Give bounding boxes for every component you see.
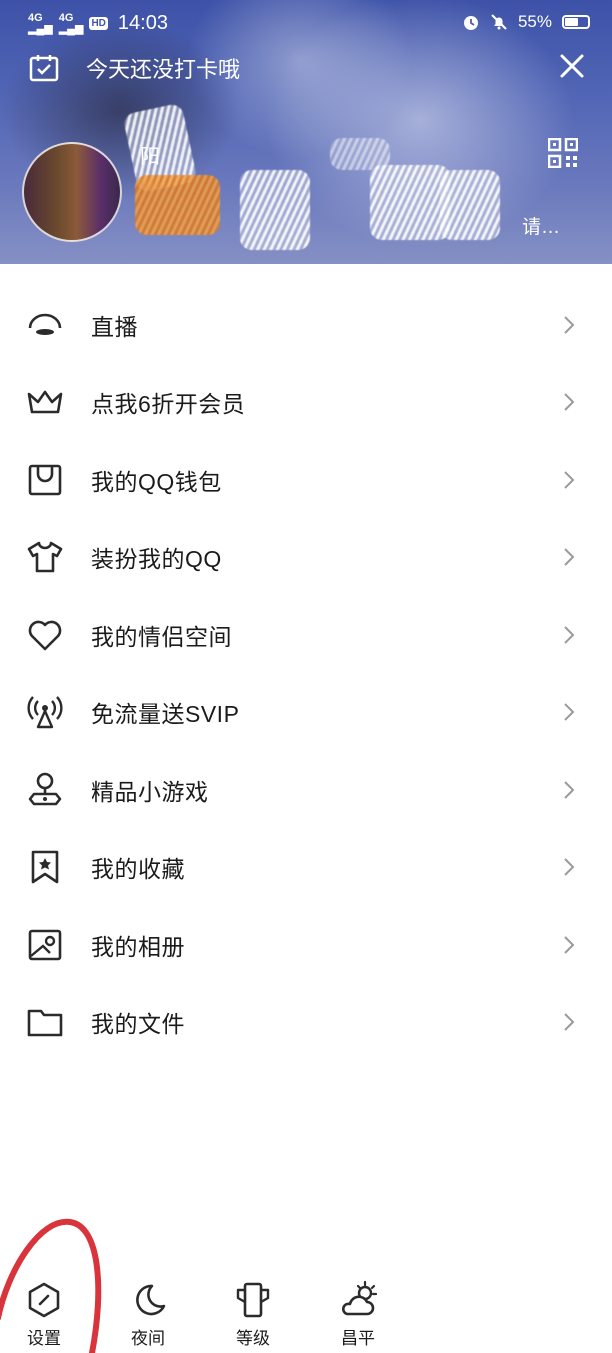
calendar-check-icon [29, 55, 59, 82]
photo-icon [26, 926, 64, 964]
profile-header: 4G ▂▄▆ 4G ▂▄▆ HD 14:03 55% 今天还没打卡哦 阳 请… [0, 0, 612, 264]
settings-icon [28, 1282, 60, 1318]
settings-button[interactable]: 设置 [9, 1280, 79, 1349]
menu-item-vip[interactable]: 点我6折开会员 [0, 364, 612, 442]
menu-label: 我的收藏 [91, 856, 185, 883]
game-pin-icon [26, 771, 64, 809]
live-icon [26, 306, 64, 344]
menu-item-favorites[interactable]: 我的收藏 [0, 829, 612, 907]
clock: 14:03 [117, 12, 168, 34]
tshirt-icon [26, 538, 64, 576]
qr-code-icon[interactable] [548, 138, 578, 168]
chevron-right-icon [564, 316, 575, 334]
menu-label: 点我6折开会员 [91, 391, 246, 418]
mute-bell-icon [491, 14, 507, 30]
folder-icon [26, 1003, 64, 1041]
weather-button[interactable]: 昌平 [323, 1280, 393, 1349]
redaction-smear [330, 138, 390, 170]
chevron-right-icon [564, 858, 575, 876]
menu-item-dressup[interactable]: 装扮我的QQ [0, 519, 612, 597]
level-label: 等级 [236, 1329, 270, 1348]
battery-icon [562, 15, 590, 29]
redaction-smear [370, 165, 450, 240]
menu-label: 免流量送SVIP [91, 701, 240, 728]
menu-item-live[interactable]: 直播 [0, 286, 612, 364]
close-icon[interactable] [556, 50, 588, 82]
redaction-smear [135, 175, 220, 235]
weather-label: 昌平 [341, 1329, 375, 1348]
partly-cloudy-icon [342, 1280, 378, 1316]
chevron-right-icon [564, 936, 575, 954]
chevron-right-icon [564, 626, 575, 644]
menu-item-games[interactable]: 精品小游戏 [0, 751, 612, 829]
level-button[interactable]: 等级 [218, 1280, 288, 1349]
checkin-text: 今天还没打卡哦 [86, 57, 241, 82]
menu-item-free-data[interactable]: 免流量送SVIP [0, 674, 612, 752]
menu-label: 直播 [91, 313, 138, 340]
chevron-right-icon [564, 471, 575, 489]
alarm-icon [463, 16, 478, 30]
heart-icon [26, 616, 64, 654]
night-label: 夜间 [131, 1329, 165, 1348]
menu-label: 我的文件 [91, 1011, 185, 1038]
hd-voice-icon: HD [89, 17, 108, 30]
menu-label: 我的QQ钱包 [91, 468, 222, 495]
nickname[interactable]: 阳 [140, 140, 160, 169]
chevron-right-icon [564, 1013, 575, 1031]
signal-tower-icon [26, 693, 64, 731]
checkin-row[interactable]: 今天还没打卡哦 [28, 52, 240, 84]
battery-percent: 55% [517, 12, 552, 31]
menu-label: 我的相册 [91, 933, 185, 960]
chevron-right-icon [564, 548, 575, 566]
trophy-icon [236, 1282, 270, 1318]
redaction-smear [440, 170, 500, 240]
moon-icon [136, 1284, 166, 1316]
menu-item-wallet[interactable]: 我的QQ钱包 [0, 441, 612, 519]
crown-icon [26, 383, 64, 421]
signature-text[interactable]: 请… [522, 212, 560, 239]
redaction-smear [240, 170, 310, 250]
signal-icon: 4G ▂▄▆ [58, 11, 84, 35]
bookmark-star-icon [26, 848, 64, 886]
signal-icon: 4G ▂▄▆ [28, 11, 53, 35]
chevron-right-icon [564, 393, 575, 411]
menu-label: 装扮我的QQ [91, 546, 222, 573]
menu-label: 我的情侣空间 [91, 623, 232, 650]
menu-label: 精品小游戏 [91, 778, 209, 805]
settings-label: 设置 [27, 1329, 61, 1348]
night-mode-button[interactable]: 夜间 [113, 1280, 183, 1349]
wallet-icon [26, 461, 64, 499]
bottom-bar: 设置 夜间 等级 昌平 [0, 1280, 612, 1353]
menu-list: 直播 点我6折开会员 我的QQ钱包 装扮我的QQ 我的情侣空间 免流量送SVIP… [0, 286, 612, 1061]
chevron-right-icon [564, 703, 575, 721]
chevron-right-icon [564, 781, 575, 799]
menu-item-album[interactable]: 我的相册 [0, 906, 612, 984]
menu-item-couple[interactable]: 我的情侣空间 [0, 596, 612, 674]
status-bar: 4G ▂▄▆ 4G ▂▄▆ HD 14:03 55% [0, 0, 612, 48]
menu-item-files[interactable]: 我的文件 [0, 984, 612, 1062]
avatar[interactable] [22, 142, 122, 242]
